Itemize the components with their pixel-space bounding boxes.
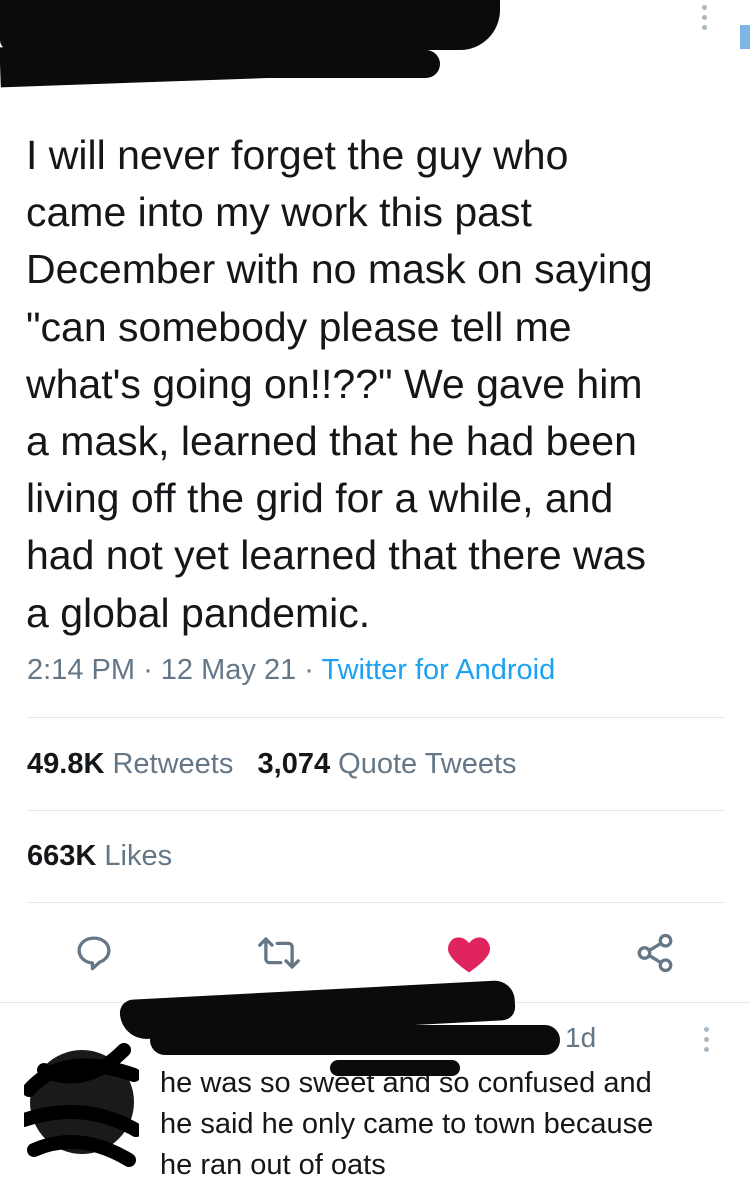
share-icon [637, 933, 673, 973]
tweet-time: 2:14 PM [27, 654, 135, 686]
meta-separator: · [304, 654, 314, 686]
heart-shape [448, 937, 490, 973]
retweet-button[interactable] [256, 930, 302, 976]
reply-button[interactable] [71, 930, 117, 976]
tweet-date: 12 May 21 [160, 654, 297, 686]
like-button[interactable] [446, 930, 492, 976]
tweet-more-options-icon[interactable] [702, 5, 708, 35]
retweet-icon [258, 937, 300, 969]
share-button[interactable] [632, 930, 678, 976]
redacted-reply-fragment [330, 1060, 460, 1076]
reply-more-options-icon[interactable] [704, 1027, 710, 1057]
retweets-label: Retweets [112, 748, 234, 780]
likes-label: Likes [104, 840, 173, 872]
tweet-source-link[interactable]: Twitter for Android [322, 654, 556, 686]
reply-text: he was so sweet and so confused and he s… [160, 1067, 654, 1181]
reply-age: 1d [565, 1022, 597, 1053]
heart-icon [448, 937, 490, 973]
retweets-stat[interactable]: 49.8K Retweets [27, 748, 233, 780]
divider [27, 810, 725, 811]
retweets-count: 49.8K [27, 748, 105, 780]
likes-stat[interactable]: 663K Likes [27, 840, 172, 873]
quote-tweets-stat[interactable]: 3,074 Quote Tweets [258, 748, 517, 780]
divider [27, 902, 725, 903]
reply-icon [77, 936, 111, 971]
tweet-meta: 2:14 PM · 12 May 21 · Twitter for Androi… [27, 654, 555, 687]
meta-separator: · [143, 654, 153, 686]
reply-timestamp: 1d [565, 1022, 596, 1054]
edge-accent [740, 25, 750, 49]
redacted-author-handle [60, 50, 440, 78]
likes-count: 663K [27, 840, 97, 872]
tweet-text: I will never forget the guy who came int… [26, 132, 653, 636]
divider [27, 717, 725, 718]
redacted-reply-handle [150, 1025, 560, 1055]
quote-tweets-count: 3,074 [257, 748, 331, 780]
quote-tweets-label: Quote Tweets [338, 748, 517, 780]
engagement-counts: 49.8K Retweets 3,074 Quote Tweets [27, 748, 517, 781]
redacted-reply-avatar [17, 1030, 143, 1174]
